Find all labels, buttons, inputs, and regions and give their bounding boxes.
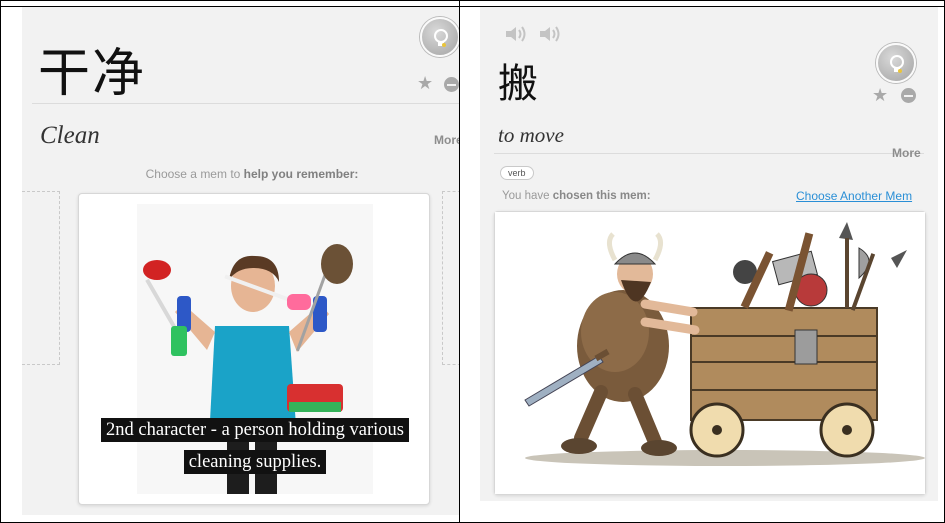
word-meaning: to move [498,123,564,147]
remove-icon[interactable] [901,88,916,103]
left-flashcard: 干净 ★ Clean More Choose a mem to help you… [22,7,459,515]
more-link[interactable]: More [892,146,921,160]
chosen-emphasis: chosen this mem: [552,190,651,202]
remove-icon[interactable] [444,77,459,92]
mem-card[interactable] [494,211,926,495]
divider [32,103,459,104]
divider [494,153,924,154]
mem-card[interactable]: 2nd character - a person holding various… [78,193,430,505]
lightbulb-icon[interactable] [420,17,459,57]
part-of-speech-badge: verb [500,166,534,180]
hanzi-characters: 干净 [38,44,147,104]
viking-cart-image [495,212,925,494]
right-flashcard: 搬 ★ to move More verb You have chosen th… [480,7,938,501]
choose-another-mem-link[interactable]: Choose Another Mem [796,189,912,203]
choose-mem-prompt: Choose a mem to help you remember: [82,167,422,181]
lightbulb-icon[interactable] [876,43,916,83]
star-icon[interactable]: ★ [872,85,888,106]
choose-prefix: Choose a mem to [145,167,241,181]
mem-caption-text: 2nd character - a person holding various… [101,418,409,474]
more-link[interactable]: More [434,133,459,147]
next-mem-placeholder[interactable] [442,191,459,365]
speaker-icon[interactable] [538,25,562,48]
mem-caption: 2nd character - a person holding various… [96,414,414,478]
chosen-prefix: You have [502,190,550,202]
speaker-icon[interactable] [504,25,528,48]
hanzi-character: 搬 [498,61,538,107]
star-icon[interactable]: ★ [417,73,433,94]
chosen-mem-label: You have chosen this mem: [502,190,651,202]
word-meaning: Clean [40,122,100,149]
previous-mem-placeholder[interactable] [22,191,60,365]
choose-emphasis: help you remember: [243,167,359,181]
panel-divider [459,0,460,523]
